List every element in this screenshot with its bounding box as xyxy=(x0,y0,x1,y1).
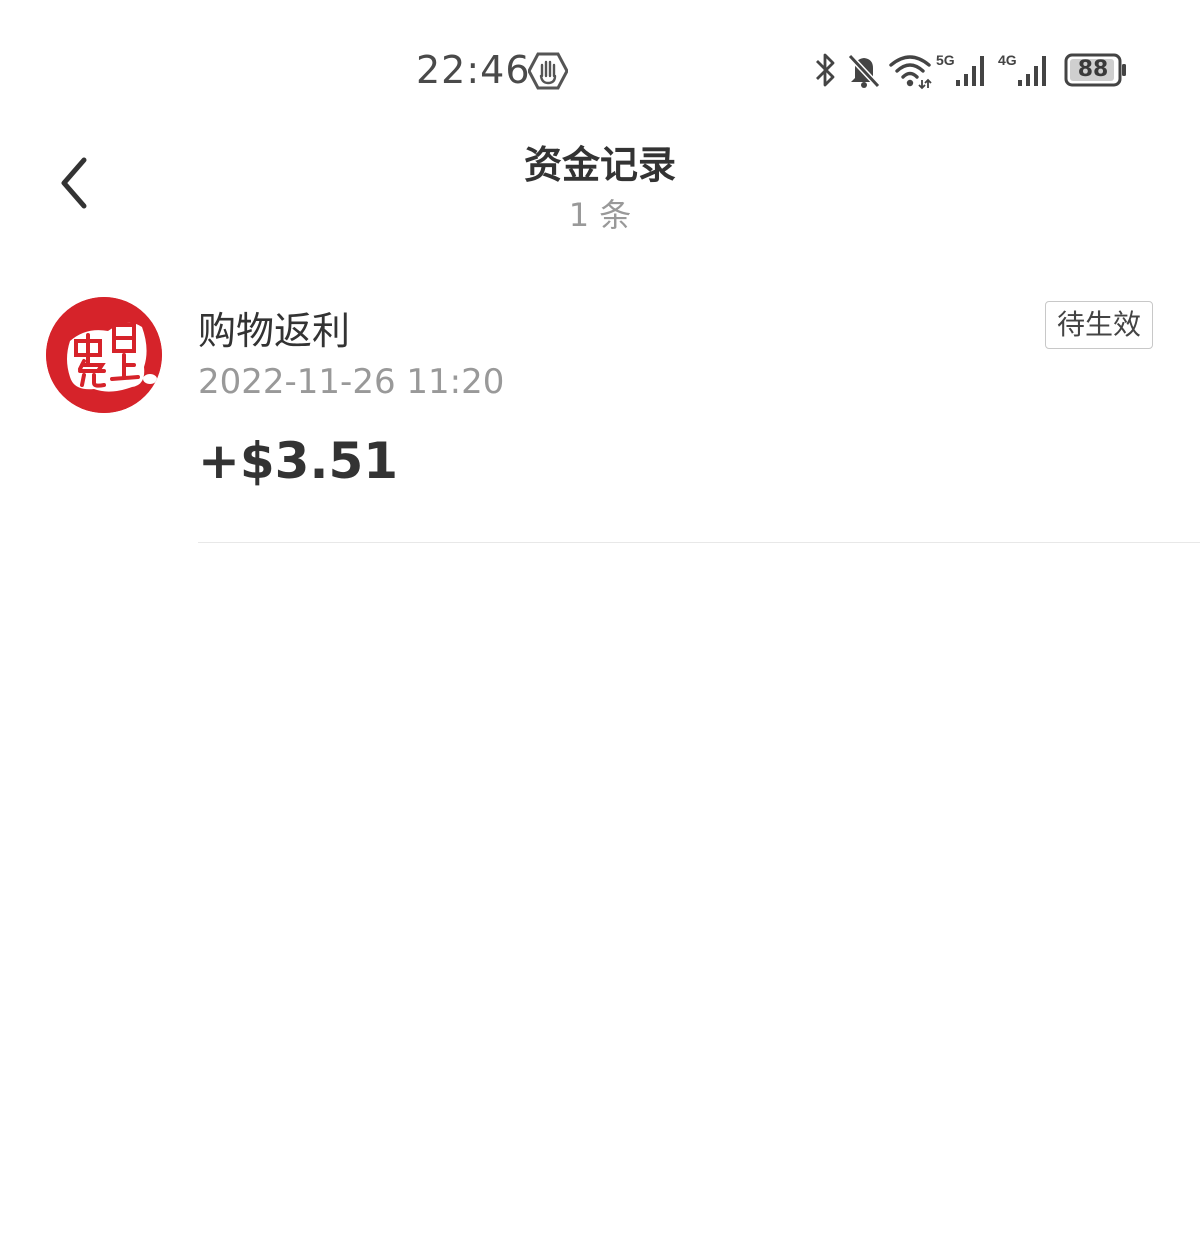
battery-level: 88 xyxy=(1077,57,1109,82)
status-bar: 22:46 5G 4G 88 xyxy=(0,0,1200,140)
record-title: 购物返利 xyxy=(198,309,351,353)
signal-4g-icon: 4G xyxy=(998,52,1046,86)
record-time: 2022-11-26 11:20 xyxy=(198,362,505,402)
signal-4g-label: 4G xyxy=(998,52,1017,68)
signal-5g-icon: 5G xyxy=(936,52,984,86)
brand-logo xyxy=(46,297,162,413)
page-title: 资金记录 xyxy=(523,143,676,187)
record-amount: +$3.51 xyxy=(198,432,399,490)
signal-5g-label: 5G xyxy=(936,52,955,68)
wifi-icon xyxy=(889,55,932,90)
list-item[interactable]: 购物返利 2022-11-26 11:20 +$3.51 待生效 xyxy=(0,280,1200,544)
status-time: 22:46 xyxy=(416,48,531,92)
avatar xyxy=(46,297,162,413)
status-badge: 待生效 xyxy=(1045,301,1153,349)
record-count: 1 条 xyxy=(568,196,632,234)
hand-icon xyxy=(528,52,568,90)
bluetooth-icon xyxy=(816,53,835,87)
divider xyxy=(198,542,1200,543)
bell-off-icon xyxy=(847,53,881,89)
screen: 22:46 5G 4G 88 资金记录 1 条 购物返利 2022-11-26 … xyxy=(0,0,1200,1235)
